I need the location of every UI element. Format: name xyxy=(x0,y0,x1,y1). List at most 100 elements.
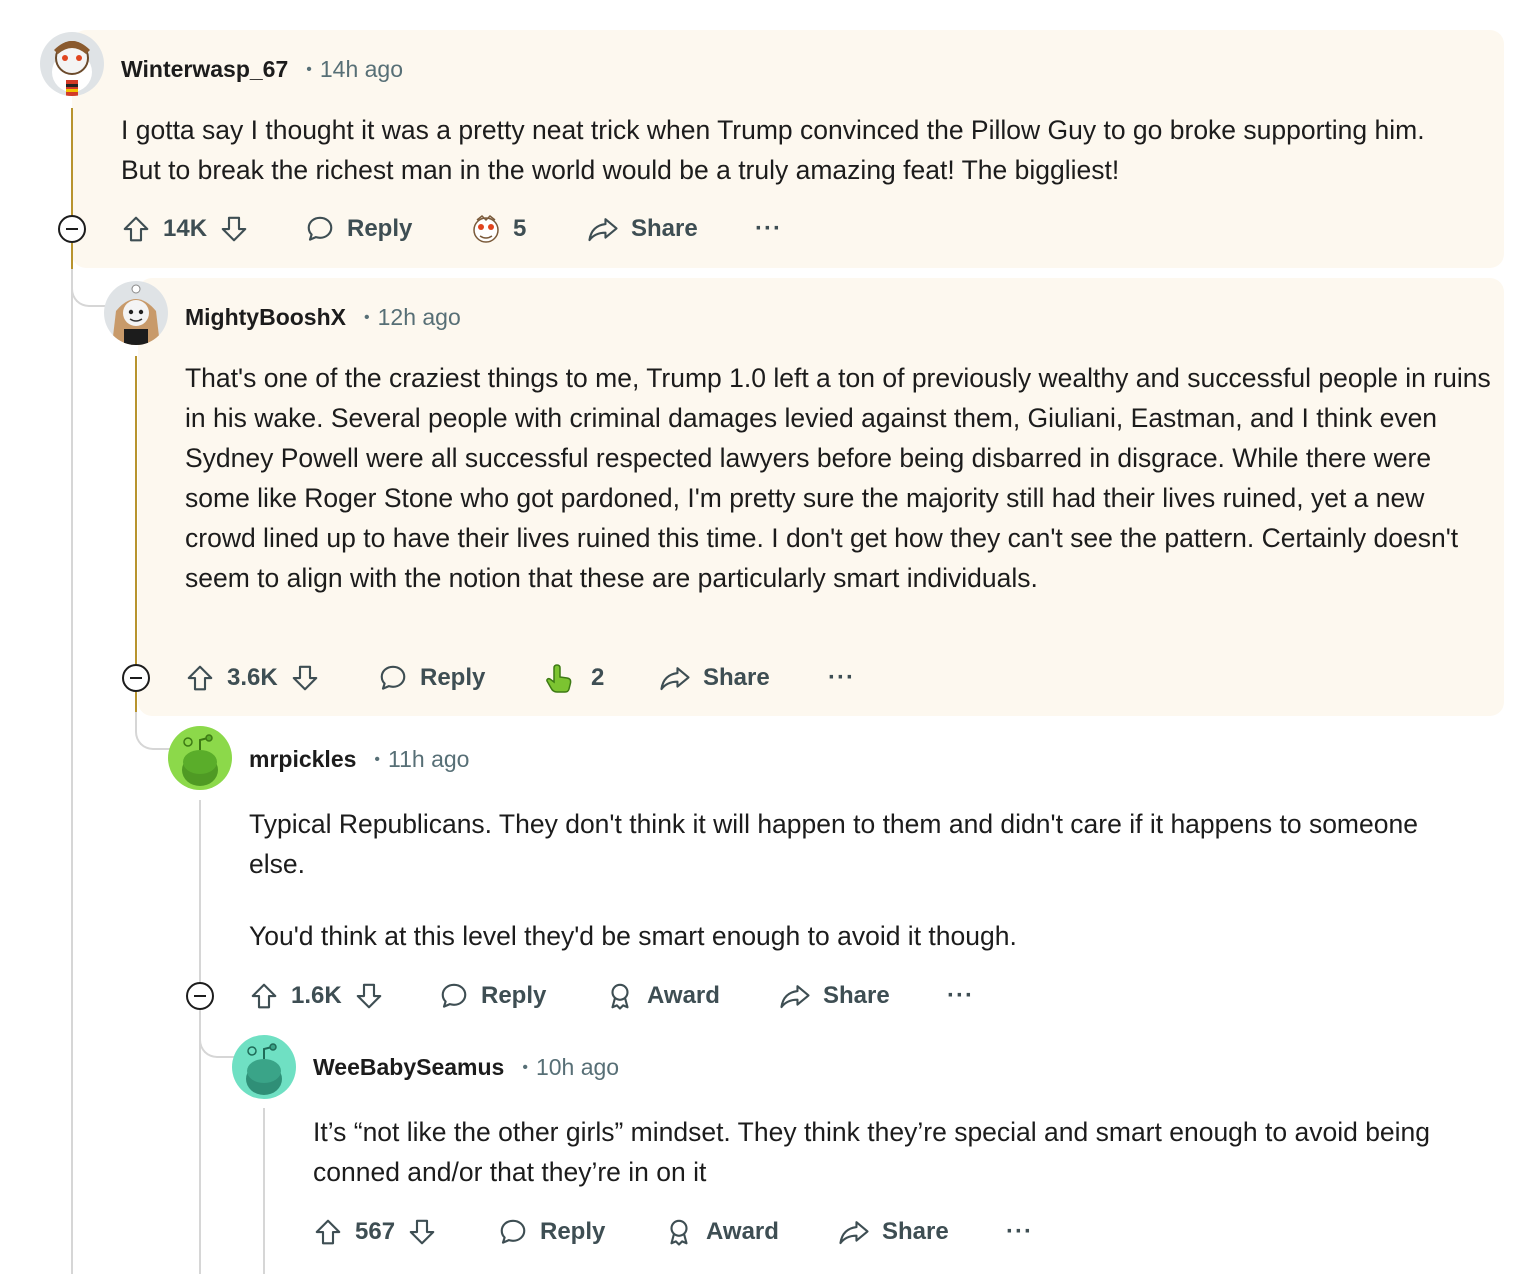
share-button[interactable]: Share xyxy=(838,1212,949,1252)
more-options-button[interactable]: ··· xyxy=(1006,1212,1033,1252)
reply-button[interactable]: Reply xyxy=(305,209,412,249)
timestamp[interactable]: 10h ago xyxy=(536,1054,619,1081)
avatar[interactable] xyxy=(104,281,168,345)
thread-line-1[interactable] xyxy=(71,108,73,216)
upvote-button[interactable] xyxy=(313,1217,343,1247)
arrow-down-outline-icon xyxy=(221,216,247,242)
avatar[interactable] xyxy=(168,726,232,790)
share-label: Share xyxy=(823,982,890,1009)
award-button[interactable]: 2 xyxy=(543,658,604,698)
downvote-button[interactable] xyxy=(354,981,384,1011)
comment-body: I gotta say I thought it was a pretty ne… xyxy=(121,110,1461,190)
more-options-button[interactable]: ··· xyxy=(828,658,855,698)
more-options-icon: ··· xyxy=(755,215,782,242)
downvote-button[interactable] xyxy=(219,214,249,244)
thread-line-3[interactable] xyxy=(199,800,201,982)
comment-paragraph: Typical Republicans. They don't think it… xyxy=(249,809,1418,879)
thread-elbow-2 xyxy=(71,269,107,307)
award-button[interactable]: Award xyxy=(605,976,720,1016)
reply-label: Reply xyxy=(347,215,413,242)
share-button[interactable]: Share xyxy=(659,658,770,698)
comment-actions: 1.6K Reply Award Share ··· xyxy=(249,976,1009,1016)
timestamp[interactable]: 11h ago xyxy=(388,746,469,773)
comment-paragraph: It’s “not like the other girls” mindset.… xyxy=(313,1117,1431,1187)
timestamp[interactable]: 14h ago xyxy=(320,56,403,83)
collapse-button[interactable] xyxy=(122,664,150,692)
meta-separator: • xyxy=(364,309,370,326)
award-ribbon-icon xyxy=(670,1219,688,1246)
thread-elbow-4 xyxy=(199,1012,235,1058)
vote-count: 567 xyxy=(355,1218,396,1245)
collapse-button[interactable] xyxy=(58,215,86,243)
vote-group: 14K xyxy=(121,209,249,249)
share-button[interactable]: Share xyxy=(587,209,698,249)
thread-line-2[interactable] xyxy=(135,356,137,664)
minus-circle-icon xyxy=(194,995,206,997)
award-button[interactable]: Award xyxy=(664,1212,779,1252)
share-arrow-icon xyxy=(780,985,810,1009)
comment-body: That's one of the craziest things to me,… xyxy=(185,358,1495,598)
timestamp[interactable]: 12h ago xyxy=(378,304,461,331)
downvote-button[interactable] xyxy=(407,1217,437,1247)
comment-body: It’s “not like the other girls” mindset.… xyxy=(313,1112,1498,1192)
comment-meta: Winterwasp_67 • 14h ago xyxy=(121,56,403,83)
comment-thread: Winterwasp_67 • 14h ago I gotta say I th… xyxy=(0,0,1518,1274)
speech-bubble-icon xyxy=(500,1219,526,1244)
more-options-icon: ··· xyxy=(828,664,855,691)
thread-line-1c[interactable] xyxy=(71,269,73,1274)
meta-separator: • xyxy=(522,1059,528,1076)
award-button[interactable]: 5 xyxy=(469,209,526,249)
vote-count: 1.6K xyxy=(291,982,342,1009)
share-arrow-icon xyxy=(588,218,618,242)
upvote-button[interactable] xyxy=(121,214,151,244)
username[interactable]: WeeBabySeamus xyxy=(313,1054,504,1081)
thread-line-4[interactable] xyxy=(263,1108,265,1274)
avatar[interactable] xyxy=(232,1035,296,1099)
award-label: Award xyxy=(647,982,720,1009)
reply-button[interactable]: Reply xyxy=(498,1212,605,1252)
thread-line-1b[interactable] xyxy=(71,243,73,269)
username[interactable]: Winterwasp_67 xyxy=(121,56,288,83)
award-ribbon-icon xyxy=(611,983,629,1010)
username[interactable]: MightyBooshX xyxy=(185,304,346,331)
username[interactable]: mrpickles xyxy=(249,746,356,773)
upvote-button[interactable] xyxy=(185,663,215,693)
speech-bubble-icon xyxy=(380,665,406,690)
avatar[interactable] xyxy=(40,32,104,96)
thread-line-3b[interactable] xyxy=(199,1010,201,1274)
reply-button[interactable]: Reply xyxy=(378,658,485,698)
arrow-up-outline-icon xyxy=(251,983,277,1009)
comment-meta: WeeBabySeamus • 10h ago xyxy=(313,1054,619,1081)
arrow-down-outline-icon xyxy=(409,1219,435,1245)
comment-actions: 3.6K Reply 2 Share ··· xyxy=(185,658,885,698)
share-arrow-icon xyxy=(839,1221,869,1245)
thread-elbow-3 xyxy=(135,712,171,750)
comment-actions: 14K Reply 5 Share ··· xyxy=(121,209,821,249)
reply-label: Reply xyxy=(420,664,486,691)
more-options-button[interactable]: ··· xyxy=(947,976,974,1016)
vote-group: 3.6K xyxy=(185,658,320,698)
meta-separator: • xyxy=(306,61,312,78)
more-options-button[interactable]: ··· xyxy=(755,209,782,249)
vote-count: 3.6K xyxy=(227,664,278,691)
vote-count: 14K xyxy=(163,215,208,242)
vote-group: 1.6K xyxy=(249,976,384,1016)
arrow-up-outline-icon xyxy=(187,665,213,691)
comment-paragraph: You'd think at this level they'd be smar… xyxy=(249,921,1017,951)
comment-paragraph: I gotta say I thought it was a pretty ne… xyxy=(121,115,1425,185)
collapse-button[interactable] xyxy=(186,982,214,1010)
comment-meta: mrpickles • 11h ago xyxy=(249,746,469,773)
upvote-button[interactable] xyxy=(249,981,279,1011)
more-options-icon: ··· xyxy=(1006,1218,1033,1245)
arrow-up-outline-icon xyxy=(123,216,149,242)
share-label: Share xyxy=(703,664,770,691)
reply-button[interactable]: Reply xyxy=(439,976,546,1016)
downvote-button[interactable] xyxy=(290,663,320,693)
reply-label: Reply xyxy=(481,982,547,1009)
share-button[interactable]: Share xyxy=(779,976,890,1016)
share-label: Share xyxy=(882,1218,949,1245)
arrow-up-outline-icon xyxy=(315,1219,341,1245)
meta-separator: • xyxy=(374,751,381,768)
speech-bubble-icon xyxy=(307,216,333,241)
more-options-icon: ··· xyxy=(947,982,974,1009)
